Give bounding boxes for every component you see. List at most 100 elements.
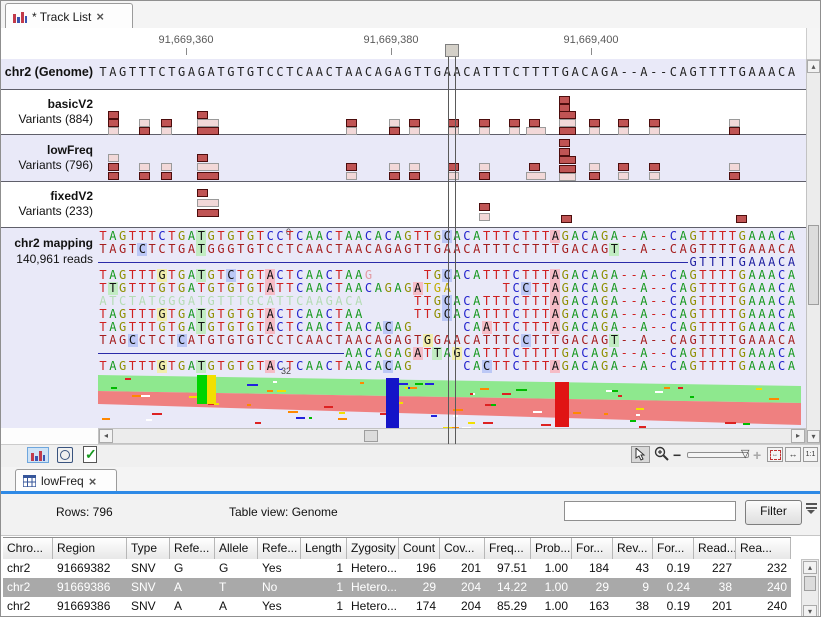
variant-box[interactable] [479,119,490,127]
track-list-view-button[interactable] [27,447,49,463]
table-row[interactable]: chr291669386SNVATNo1Hetero...2920414.221… [3,578,791,598]
variant-box[interactable] [589,119,600,127]
variant-box[interactable] [108,163,119,171]
variant-box[interactable] [649,163,660,171]
zoom-in-plus-icon[interactable]: + [753,447,761,463]
variant-box[interactable] [108,119,119,127]
variant-box[interactable] [197,209,219,217]
variant-box[interactable] [736,215,747,223]
variant-box[interactable] [197,111,208,119]
variant-box[interactable] [559,127,576,135]
variant-box[interactable] [197,199,219,207]
column-header[interactable]: For... [653,538,694,560]
variant-box[interactable] [409,127,420,135]
column-header[interactable]: Read... [694,538,736,560]
scroll-right-icon[interactable]: ▸ [791,429,805,443]
pointer-tool-button[interactable] [631,446,650,463]
variant-box[interactable] [649,119,660,127]
variant-box[interactable] [389,119,400,127]
variant-box[interactable] [729,172,740,180]
column-header[interactable]: Freq... [485,538,531,560]
table-vscroll-thumb[interactable] [804,576,816,591]
variant-box[interactable] [559,96,570,104]
tab-lowfreq-close-icon[interactable]: × [89,474,97,489]
column-header[interactable]: For... [572,538,613,560]
tracks-hscrollbar[interactable]: ◂ ▸ [98,428,806,444]
variant-box[interactable] [559,148,570,156]
column-header[interactable]: Length [301,538,347,560]
variant-box[interactable] [729,127,740,135]
vscroll-thumb[interactable] [808,225,819,305]
variant-box[interactable] [409,172,420,180]
tab-track-list[interactable]: * Track List × [5,3,133,29]
variant-box[interactable] [161,119,172,127]
scroll-left-icon[interactable]: ◂ [99,429,113,443]
column-header[interactable]: Count [399,538,440,560]
report-check-icon[interactable]: ✓ [83,446,97,463]
history-icon[interactable] [57,447,73,463]
variant-box[interactable] [526,127,546,135]
variant-box[interactable] [529,163,540,171]
variant-box[interactable] [509,127,520,135]
scroll-up-icon[interactable]: ▴ [807,60,820,73]
tab-lowfreq[interactable]: lowFreq × [15,469,117,492]
variant-box[interactable] [346,127,357,135]
variant-box[interactable] [197,119,219,127]
hscroll-thumb[interactable] [364,430,378,442]
variant-box[interactable] [649,127,660,135]
variant-box[interactable] [448,163,459,171]
column-header[interactable]: Type [127,538,170,560]
variant-box[interactable] [559,173,576,181]
variant-box[interactable] [139,172,150,180]
variant-box[interactable] [479,213,490,221]
variant-box[interactable] [479,172,490,180]
column-header[interactable]: Prob... [531,538,572,560]
column-header[interactable]: Allele [215,538,258,560]
column-header[interactable]: Refe... [170,538,215,560]
column-header[interactable]: Chro... [3,538,53,560]
variant-box[interactable] [589,163,600,171]
variant-box[interactable] [618,172,629,180]
column-header[interactable]: Cov... [440,538,485,560]
variant-box[interactable] [197,154,208,162]
variant-box[interactable] [448,172,459,180]
variant-box[interactable] [139,119,150,127]
fit-width-button[interactable]: ↔ [785,447,801,462]
selection-handle[interactable] [445,44,459,57]
variant-box[interactable] [589,172,600,180]
column-header[interactable]: Region [53,538,127,560]
variant-box[interactable] [559,165,576,173]
zoom-to-selection-button[interactable]: ↔ [767,447,783,462]
table-filter-input[interactable] [564,501,736,521]
variant-box[interactable] [108,111,119,119]
variant-box[interactable] [589,127,600,135]
variant-box[interactable] [346,172,357,180]
variant-box[interactable] [448,127,459,135]
variant-box[interactable] [389,172,400,180]
tab-track-list-close-icon[interactable]: × [96,9,104,24]
table-scroll-up-icon[interactable]: ▴ [803,561,817,574]
variant-box[interactable] [346,163,357,171]
variant-box[interactable] [526,172,546,180]
variant-box[interactable] [409,119,420,127]
variant-box[interactable] [649,172,660,180]
table-row[interactable]: chr291669382SNVGGYes1Hetero...19620197.5… [3,559,791,579]
variant-box[interactable] [197,163,219,171]
variant-box[interactable] [729,119,740,127]
variant-box[interactable] [197,189,208,197]
variant-box[interactable] [161,172,172,180]
variant-box[interactable] [139,163,150,171]
variant-box[interactable] [559,139,570,147]
variant-box[interactable] [559,156,576,164]
variant-box[interactable] [479,163,490,171]
column-header[interactable]: Rea... [736,538,791,560]
tracks-vscrollbar[interactable]: ▴ ▾ [806,59,821,444]
variant-box[interactable] [197,172,219,180]
variant-box[interactable] [559,111,576,119]
zoom-in-tool-icon[interactable] [654,446,671,463]
variant-box[interactable] [509,119,520,127]
variant-box[interactable] [389,163,400,171]
variant-box[interactable] [161,163,172,171]
variant-box[interactable] [108,172,119,180]
filter-button[interactable]: Filter [745,500,802,525]
